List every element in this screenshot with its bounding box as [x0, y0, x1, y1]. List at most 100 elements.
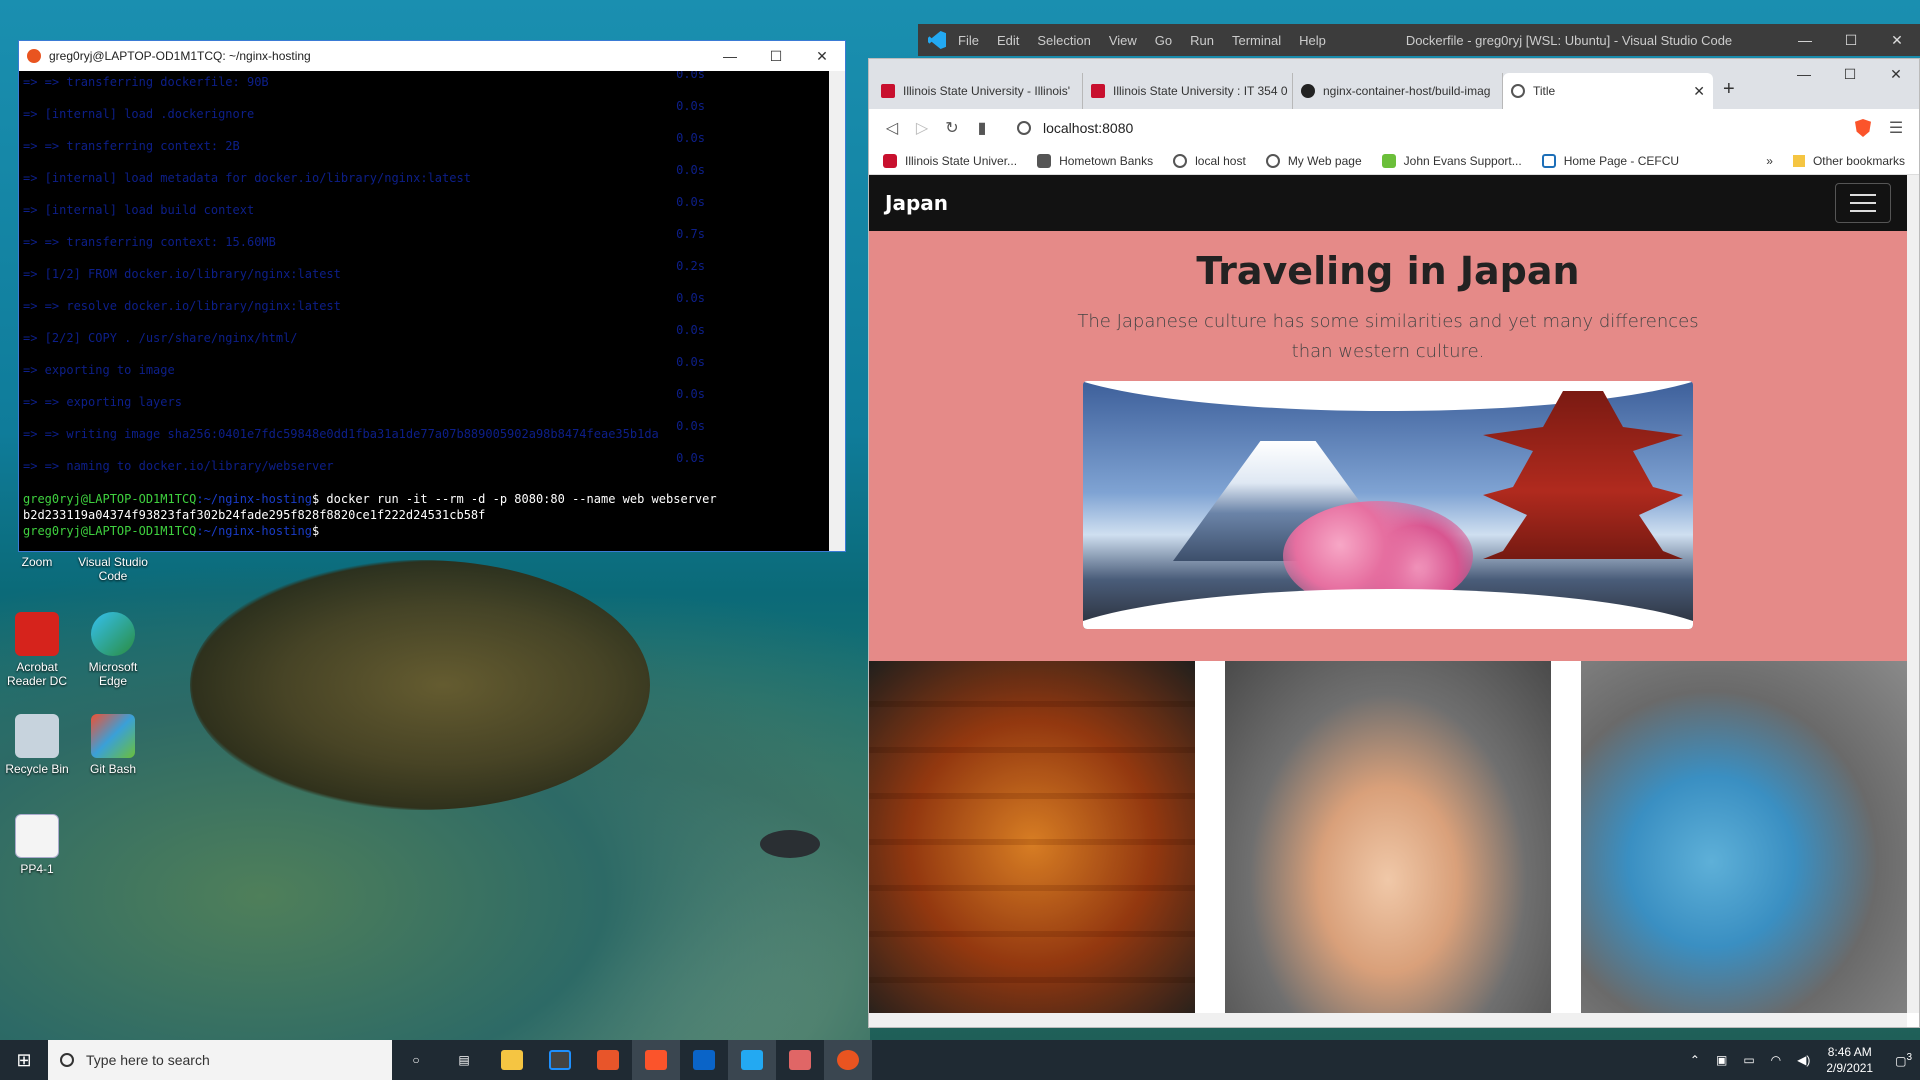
browser-close-button[interactable]: ✕: [1873, 59, 1919, 89]
outlook-icon[interactable]: [680, 1040, 728, 1080]
vscode-minimize-button[interactable]: —: [1782, 32, 1828, 49]
other-bookmarks[interactable]: Other bookmarks: [1813, 154, 1905, 168]
photo-festival: [1581, 661, 1907, 1013]
start-button[interactable]: ⊞: [0, 1050, 48, 1071]
edge-icon: [91, 612, 135, 656]
document-icon: [15, 814, 59, 858]
navbar-brand[interactable]: Japan: [885, 191, 948, 215]
bookmark-hometown-banks[interactable]: Hometown Banks: [1037, 153, 1153, 168]
page-lead: The Japanese culture has some similariti…: [1077, 311, 1699, 362]
wifi-icon[interactable]: ◠: [1771, 1053, 1781, 1067]
vscode-titlebar[interactable]: File Edit Selection View Go Run Terminal…: [918, 24, 1920, 56]
desktop-icon-recycle-bin[interactable]: Recycle Bin: [0, 714, 74, 776]
site-info-icon[interactable]: [1017, 121, 1031, 135]
menu-run[interactable]: Run: [1190, 33, 1214, 48]
tab-isu-1[interactable]: Illinois State University - Illinois': [873, 73, 1083, 109]
ubuntu-taskbar-icon[interactable]: [824, 1040, 872, 1080]
store-icon[interactable]: [536, 1040, 584, 1080]
clock[interactable]: 8:46 AM 2/9/2021: [1826, 1044, 1873, 1076]
more-bookmarks-icon[interactable]: »: [1766, 154, 1773, 168]
bookmarks-bar: Illinois State Univer... Hometown Banks …: [869, 147, 1919, 175]
page-vertical-scrollbar[interactable]: [1907, 175, 1919, 1013]
menu-help[interactable]: Help: [1299, 33, 1326, 48]
bank-icon: [1037, 153, 1052, 168]
terminal-output[interactable]: => => transferring dockerfile: 90B 0.0s =>…: [19, 71, 829, 551]
brave-taskbar-icon[interactable]: [632, 1040, 680, 1080]
bookmark-local-host[interactable]: local host: [1173, 153, 1246, 168]
menu-go[interactable]: Go: [1155, 33, 1172, 48]
browser-maximize-button[interactable]: ☐: [1827, 59, 1873, 89]
vscode-close-button[interactable]: ✕: [1874, 32, 1920, 49]
meet-now-icon[interactable]: ▣: [1716, 1053, 1727, 1067]
desktop-icon-pp4-1[interactable]: PP4-1: [0, 814, 74, 876]
bookmark-my-web-page[interactable]: My Web page: [1265, 153, 1362, 168]
volume-icon[interactable]: ◀): [1797, 1053, 1810, 1067]
menu-terminal[interactable]: Terminal: [1232, 33, 1281, 48]
bookmark-isu[interactable]: Illinois State Univer...: [883, 153, 1017, 168]
taskbar: ⊞ Type here to search ○ ▤ ⌃ ▣ ▭ ◠ ◀) 8:4…: [0, 1040, 1920, 1080]
tab-title[interactable]: Title ✕: [1503, 73, 1713, 109]
page-horizontal-scrollbar[interactable]: [869, 1013, 1907, 1027]
terminal-window[interactable]: greg0ryj@LAPTOP-OD1M1TCQ: ~/nginx-hostin…: [18, 40, 846, 552]
globe-icon: [1511, 84, 1525, 98]
browser-window[interactable]: Illinois State University - Illinois' Il…: [868, 58, 1920, 1028]
menu-selection[interactable]: Selection: [1037, 33, 1090, 48]
hero-section: Traveling in Japan The Japanese culture …: [869, 231, 1907, 661]
new-tab-button[interactable]: +: [1723, 78, 1735, 101]
terminal-titlebar[interactable]: greg0ryj@LAPTOP-OD1M1TCQ: ~/nginx-hostin…: [19, 41, 845, 71]
notifications-icon[interactable]: ▢3: [1895, 1052, 1912, 1068]
brave-shields-icon[interactable]: [1855, 119, 1871, 137]
tab-isu-2[interactable]: Illinois State University : IT 354 0: [1083, 73, 1293, 109]
taskbar-search[interactable]: Type here to search: [48, 1040, 392, 1080]
task-view-icon[interactable]: ▤: [440, 1040, 488, 1080]
desktop-icon-vscode[interactable]: Visual Studio Code: [76, 555, 150, 583]
bookmark-john-evans[interactable]: John Evans Support...: [1381, 153, 1522, 168]
reload-icon[interactable]: ↻: [937, 118, 967, 138]
photo-food-display: [869, 661, 1195, 1013]
maximize-button[interactable]: ☐: [753, 48, 799, 65]
desktop-icon-git-bash[interactable]: Git Bash: [76, 714, 150, 776]
bookmark-cefcu[interactable]: Home Page - CEFCU: [1541, 153, 1679, 168]
github-icon: [1301, 84, 1315, 98]
menu-edit[interactable]: Edit: [997, 33, 1019, 48]
search-icon: [60, 1053, 74, 1067]
close-button[interactable]: ✕: [799, 48, 845, 65]
forward-icon[interactable]: ▷: [907, 118, 937, 138]
vscode-taskbar-icon[interactable]: [728, 1040, 776, 1080]
show-hidden-icons-icon[interactable]: ⌃: [1690, 1053, 1700, 1067]
file-explorer-icon[interactable]: [488, 1040, 536, 1080]
menu-file[interactable]: File: [958, 33, 979, 48]
menu-view[interactable]: View: [1109, 33, 1137, 48]
bookmark-icon[interactable]: ▮: [967, 118, 997, 138]
globe-icon: [1173, 153, 1188, 168]
terminal-prompt: greg0ryj@LAPTOP-OD1M1TCQ:~/nginx-hosting…: [23, 524, 320, 538]
snip-icon[interactable]: [776, 1040, 824, 1080]
address-bar[interactable]: localhost:8080: [1007, 113, 1835, 143]
vscode-maximize-button[interactable]: ☐: [1828, 32, 1874, 49]
site-navbar: Japan: [869, 175, 1907, 231]
system-tray: ⌃ ▣ ▭ ◠ ◀) 8:46 AM 2/9/2021 ▢3: [1682, 1044, 1920, 1076]
browser-minimize-button[interactable]: —: [1781, 59, 1827, 89]
office-icon[interactable]: [584, 1040, 632, 1080]
hamburger-menu-icon[interactable]: [1835, 183, 1891, 223]
cortana-icon[interactable]: ○: [392, 1040, 440, 1080]
battery-icon[interactable]: ▭: [1743, 1053, 1754, 1067]
ubuntu-icon: [27, 49, 41, 63]
page-heading: Traveling in Japan: [1196, 249, 1580, 293]
terminal-scrollbar[interactable]: [829, 71, 845, 551]
recycle-bin-icon: [15, 714, 59, 758]
wallpaper-fish: [760, 830, 820, 858]
tab-github[interactable]: nginx-container-host/build-imag: [1293, 73, 1503, 109]
menu-icon[interactable]: ☰: [1881, 118, 1911, 138]
desktop-icon-zoom[interactable]: Zoom: [0, 555, 74, 569]
folder-icon: [1792, 154, 1805, 167]
tab-strip: Illinois State University - Illinois' Il…: [869, 59, 1919, 109]
back-icon[interactable]: ◁: [877, 118, 907, 138]
close-tab-icon[interactable]: ✕: [1693, 83, 1705, 100]
isu-icon: [1091, 84, 1105, 98]
web-page: Japan Traveling in Japan The Japanese cu…: [869, 175, 1907, 1013]
minimize-button[interactable]: —: [707, 48, 753, 65]
desktop-icon-edge[interactable]: Microsoft Edge: [76, 612, 150, 688]
desktop-icon-acrobat[interactable]: Acrobat Reader DC: [0, 612, 74, 688]
hero-image-fuji: [1083, 381, 1693, 629]
